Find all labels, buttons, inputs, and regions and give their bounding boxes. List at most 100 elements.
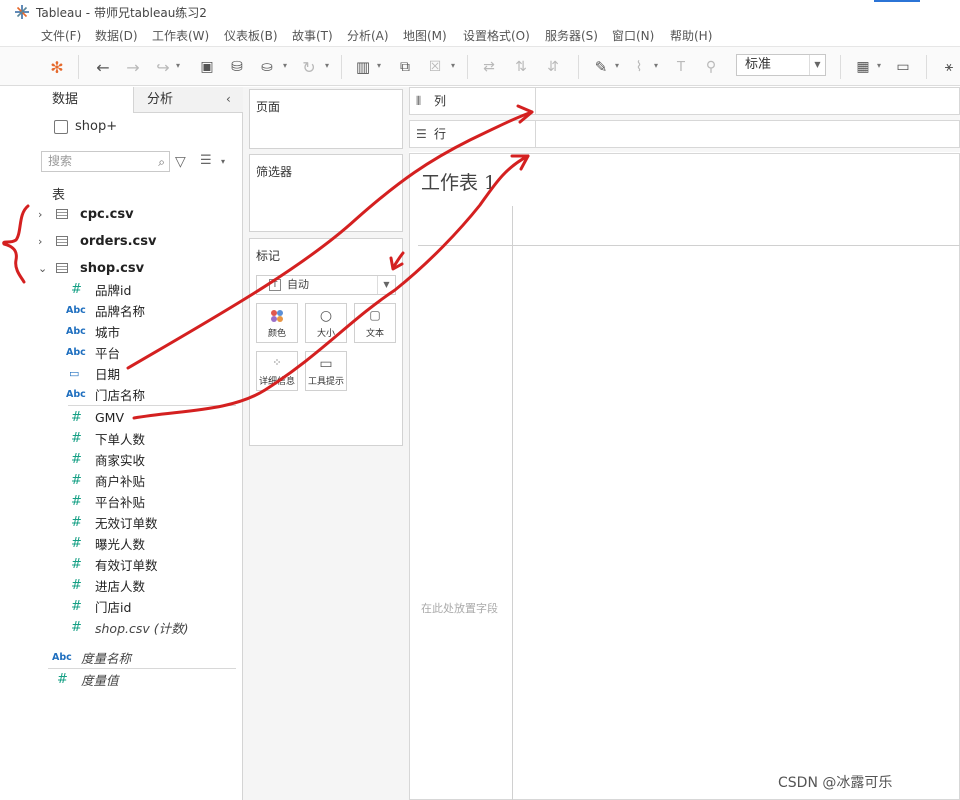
table-row-cpc[interactable]: › cpc.csv [38, 205, 134, 223]
field-label: 度量值 [81, 672, 119, 688]
measure-icon: # [71, 535, 82, 551]
field-item[interactable]: Abc 城市 [66, 322, 120, 340]
sort-descending-icon[interactable]: ⇵ [542, 56, 564, 78]
field-item[interactable]: # 商户补贴 [66, 471, 145, 489]
pause-caret-icon[interactable]: ▾ [283, 61, 287, 70]
toolbar-separator [78, 55, 79, 79]
new-datasource-icon[interactable]: ⛁ [226, 56, 248, 78]
menu-help[interactable]: 帮助(H) [670, 27, 712, 44]
text-button[interactable]: ▢ 文本 [354, 303, 396, 343]
field-item[interactable]: # 无效订单数 [66, 513, 158, 531]
share-icon[interactable]: ⚹ [938, 56, 960, 78]
field-item[interactable]: Abc 品牌名称 [66, 301, 145, 319]
field-item[interactable]: # 品牌id [66, 280, 131, 298]
undo-icon[interactable]: ← [92, 56, 114, 78]
clear-icon[interactable]: ☒ [424, 56, 446, 78]
attach-icon[interactable]: ⌇ [628, 56, 650, 78]
field-item[interactable]: # 有效订单数 [66, 555, 158, 573]
fit-select[interactable]: 标准 ▼ [736, 54, 826, 76]
text-label: 文本 [365, 329, 384, 339]
field-label: 品牌id [95, 282, 132, 298]
attach-caret-icon[interactable]: ▾ [654, 61, 658, 70]
measure-values-field[interactable]: # 度量值 [52, 670, 119, 688]
view-list-icon[interactable]: ☰ [200, 153, 212, 168]
table-row-orders[interactable]: › orders.csv [38, 232, 156, 250]
sort-ascending-icon[interactable]: ⇅ [510, 56, 532, 78]
clear-caret-icon[interactable]: ▾ [451, 61, 455, 70]
datasource-name[interactable]: shop+ [75, 119, 117, 134]
menu-window[interactable]: 窗口(N) [612, 27, 654, 44]
field-item[interactable]: ▭ 日期 [66, 364, 120, 382]
marks-card-title: 标记 [256, 249, 281, 263]
show-me-icon[interactable]: ▦ [852, 56, 874, 78]
marks-type-select[interactable]: T 自动 ▼ [256, 275, 396, 295]
pin-icon[interactable]: ⚲ [700, 56, 722, 78]
refresh-caret-icon[interactable]: ▾ [325, 61, 329, 70]
labels-icon[interactable]: T [670, 56, 692, 78]
redo-icon[interactable]: → [122, 56, 144, 78]
menu-worksheet[interactable]: 工作表(W) [152, 27, 209, 44]
field-item[interactable]: # GMV [66, 408, 124, 426]
refresh-icon[interactable]: ↻ [298, 56, 320, 78]
field-label: 平台补贴 [95, 494, 146, 510]
new-worksheet-caret-icon[interactable]: ▾ [377, 61, 381, 70]
pages-card[interactable]: 页面 [249, 89, 403, 149]
save-icon[interactable]: ▣ [196, 56, 218, 78]
menu-data[interactable]: 数据(D) [95, 27, 138, 44]
chevron-down-icon[interactable]: ⌄ [38, 262, 50, 275]
field-item[interactable]: Abc 平台 [66, 343, 120, 361]
field-item[interactable]: # 门店id [66, 597, 131, 615]
menu-story[interactable]: 故事(T) [292, 27, 333, 44]
detail-icon: ⁘ [272, 356, 282, 369]
collapse-pane-icon[interactable]: ‹ [226, 92, 231, 106]
worksheet-view[interactable]: 工作表 1 在此处放置字段 [409, 153, 960, 800]
field-item[interactable]: Abc 门店名称 [66, 385, 145, 403]
rows-shelf[interactable]: ☰ 行 [409, 120, 960, 148]
table-row-shop[interactable]: ⌄ shop.csv [38, 259, 144, 277]
field-item[interactable]: # shop.csv (计数) [66, 618, 189, 636]
measure-names-field[interactable]: Abc 度量名称 [52, 648, 131, 666]
detail-button[interactable]: ⁘ 详细信息 [256, 351, 298, 391]
menu-analysis[interactable]: 分析(A) [347, 27, 389, 44]
replay-icon[interactable]: ↪ [152, 56, 174, 78]
chevron-right-icon[interactable]: › [38, 235, 50, 248]
show-me-caret-icon[interactable]: ▾ [877, 61, 881, 70]
pause-update-icon[interactable]: ⛀ [256, 56, 278, 78]
sheet-title[interactable]: 工作表 1 [421, 168, 496, 195]
field-item[interactable]: # 曝光人数 [66, 534, 145, 552]
field-item[interactable]: # 平台补贴 [66, 492, 145, 510]
field-item[interactable]: # 商家实收 [66, 450, 145, 468]
search-field[interactable]: 搜索 ⌕ [41, 151, 170, 172]
size-button[interactable]: ○ 大小 [305, 303, 347, 343]
chevron-right-icon[interactable]: › [38, 208, 50, 221]
menu-map[interactable]: 地图(M) [403, 27, 447, 44]
highlight-caret-icon[interactable]: ▾ [615, 61, 619, 70]
replay-caret-icon[interactable]: ▾ [176, 61, 180, 70]
tableau-logo-icon[interactable]: ✻ [46, 56, 68, 78]
field-item[interactable]: # 下单人数 [66, 429, 145, 447]
highlight-icon[interactable]: ✎ [590, 56, 612, 78]
datasource-icon [54, 120, 68, 134]
date-icon: ▭ [69, 366, 80, 380]
menu-format[interactable]: 设置格式(O) [463, 27, 530, 44]
tab-data[interactable]: 数据 [0, 87, 133, 113]
new-worksheet-icon[interactable]: ▥ [352, 56, 374, 78]
tooltip-button[interactable]: ▭ 工具提示 [305, 351, 347, 391]
toolbar-separator [467, 55, 468, 79]
filter-icon[interactable]: ▽ [175, 154, 186, 170]
data-pane: 数据 分析 ‹ shop+ 搜索 ⌕ ▽ ☰ ▾ 表 › cpc.csv › o… [0, 87, 243, 800]
menu-dashboard[interactable]: 仪表板(B) [224, 27, 278, 44]
menu-file[interactable]: 文件(F) [41, 27, 81, 44]
presentation-icon[interactable]: ▭ [892, 56, 914, 78]
menu-server[interactable]: 服务器(S) [545, 27, 598, 44]
color-button[interactable]: 颜色 [256, 303, 298, 343]
columns-shelf[interactable]: ⫴ 列 [409, 87, 960, 115]
marks-type-icon: T [269, 279, 281, 291]
view-list-caret-icon[interactable]: ▾ [221, 157, 225, 166]
table-icon [56, 236, 68, 246]
filters-card[interactable]: 筛选器 [249, 154, 403, 232]
field-item[interactable]: # 进店人数 [66, 576, 145, 594]
measure-icon: # [71, 514, 82, 530]
swap-icon[interactable]: ⇄ [478, 56, 500, 78]
duplicate-icon[interactable]: ⧉ [394, 56, 416, 78]
